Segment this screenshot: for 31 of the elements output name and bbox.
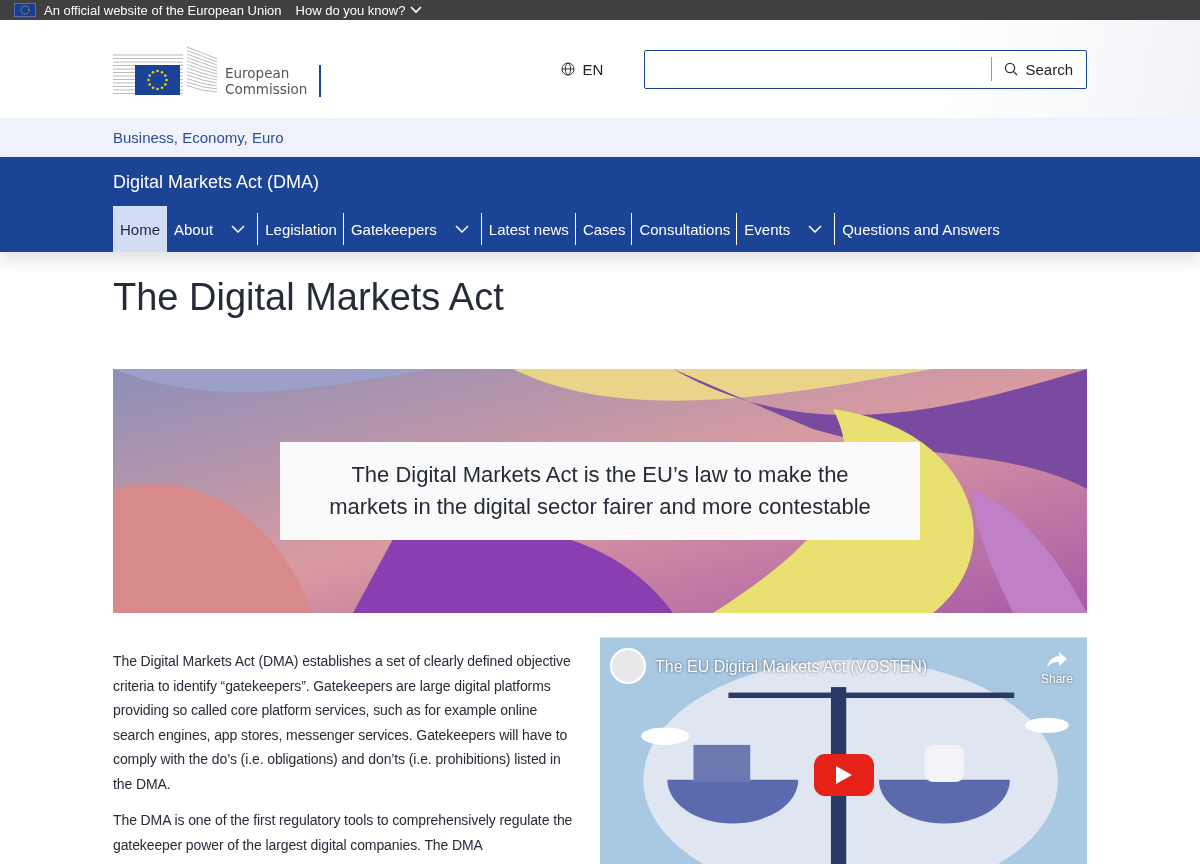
chevron-down-icon	[410, 6, 423, 14]
nav-item[interactable]: Questions and Answers	[835, 206, 1007, 252]
official-text: An official website of the European Union	[44, 2, 282, 18]
nav-item[interactable]: Events	[737, 206, 836, 252]
search-field[interactable]: Search	[644, 49, 1087, 89]
share-arrow-icon	[1047, 652, 1067, 668]
play-icon	[836, 766, 852, 784]
banner-caption: The Digital Markets Act is the EU’s law to make the markets in the digital sector fairer and more contestable	[280, 442, 920, 540]
eu-flag-icon	[14, 3, 36, 17]
body-paragraph: The Digital Markets Act (DMA) establishes a set of clearly defined objective criteria to identify “gatekeepers”. Gatekeepers are large digital platforms providing so called core platform services, such as for example online search engines, app stores, messenger services. Gatekeepers will have to comply with the do’s (i.e. obligations) and don’ts (i.e. prohibitions) listed in the DMA.	[113, 652, 572, 794]
language-selector[interactable]: EN	[561, 60, 604, 78]
commission-building-icon	[113, 43, 219, 97]
nav-item[interactable]: Gatekeepers	[343, 206, 482, 252]
nav-item[interactable]: Consultations	[632, 206, 738, 252]
globe-icon	[561, 62, 576, 76]
how-do-you-know-link[interactable]: How do you know?	[295, 2, 423, 18]
nav-item[interactable]: About	[167, 206, 259, 252]
breadcrumb-link[interactable]: Business, Economy, Euro	[113, 128, 284, 146]
search-icon	[1004, 62, 1019, 76]
play-button[interactable]	[814, 754, 874, 796]
nav-item[interactable]: Home	[113, 206, 167, 252]
nav-item[interactable]: Latest news	[481, 206, 576, 252]
logo-text: Commission	[225, 81, 308, 97]
site-title[interactable]: Digital Markets Act (DMA)	[113, 157, 320, 206]
search-button[interactable]: Search	[992, 60, 1086, 78]
european-commission-logo[interactable]: European Commission	[113, 43, 322, 97]
nav-item[interactable]: Cases	[575, 206, 633, 252]
page-title: The Digital Markets Act	[113, 276, 505, 319]
logo-text: European	[225, 65, 291, 81]
body-paragraph: The DMA is one of the first regulatory tools to comprehensively regulate the gatekeeper power of the largest digital companies. The DMA	[113, 811, 574, 855]
nav-item[interactable]: Legislation	[258, 206, 344, 252]
